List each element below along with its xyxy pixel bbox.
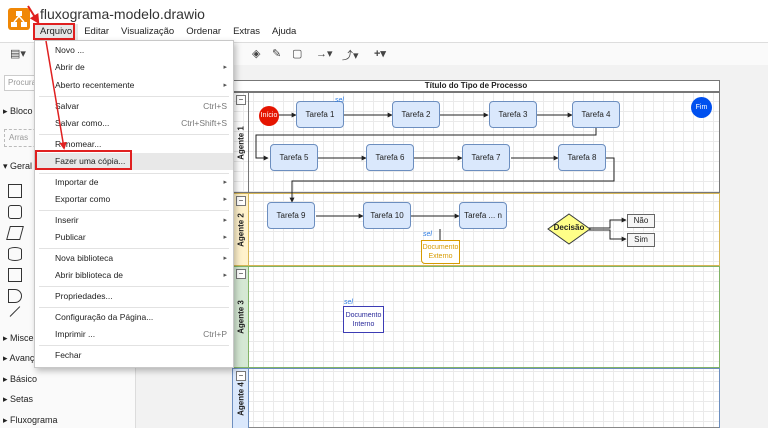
annotation-arrows — [27, 5, 67, 150]
